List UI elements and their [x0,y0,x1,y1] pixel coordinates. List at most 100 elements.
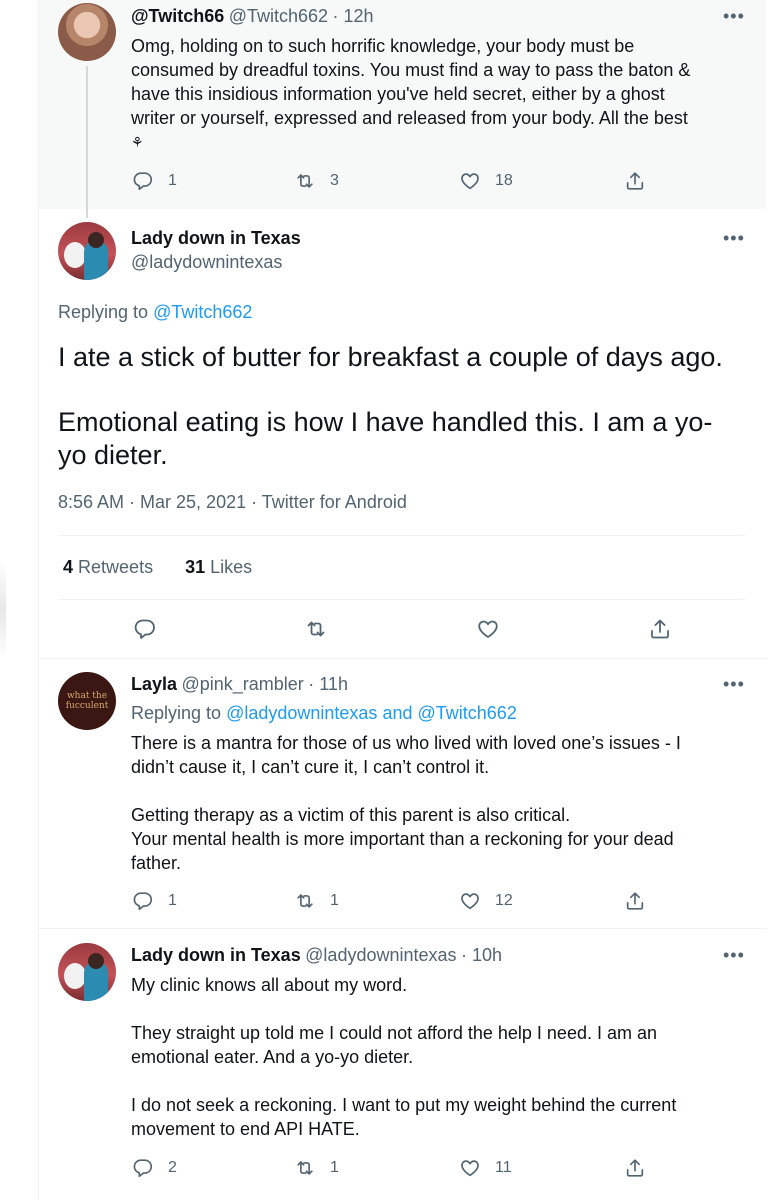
author-name[interactable]: Layla [131,674,177,694]
share-icon [648,617,672,641]
like-count: 11 [495,1159,512,1176]
replying-to-link[interactable]: @Twitch662 [418,703,517,723]
retweets-label: Retweets [78,557,154,577]
tweet-text-line: Emotional eating is how I have handled t… [58,407,713,437]
tweet-text-line: writer or yourself, expressed and releas… [131,108,688,128]
timeline-column: @Twitch66 @Twitch662 · 12h ••• Omg, hold… [38,0,767,1200]
author-handle[interactable]: @Twitch662 [229,6,328,26]
replying-to-link[interactable]: @Twitch662 [153,302,252,322]
author-handle[interactable]: @ladydownintexas [131,252,282,273]
like-icon [459,1157,481,1179]
tweet-text: My clinic knows all about my word. They … [131,973,761,1141]
reply-icon [133,617,157,641]
share-icon [624,170,646,192]
replying-to-label: Replying to [58,302,149,322]
reply-count: 1 [168,892,177,909]
tweet-text-line: emotional eater. And a yo-yo dieter. [131,1047,414,1067]
tweet-text-line: didn’t cause it, I can’t cure it, I can’… [131,757,490,777]
retweet-button[interactable]: 1 [294,890,339,912]
author-name[interactable]: @Twitch66 [131,6,224,26]
tweet-text-line: They straight up told me I could not aff… [131,1023,657,1043]
reply-icon [132,170,154,192]
tweet-text: Omg, holding on to such horrific knowled… [131,34,761,154]
tweet-text-line: father. [131,853,182,873]
thread-line [86,66,88,218]
retweet-count: 4 [63,557,74,577]
avatar-ladydownintexas[interactable] [58,943,116,1001]
more-icon[interactable]: ••• [723,945,745,966]
like-button[interactable] [476,617,500,646]
tweet-text: There is a mantra for those of us who li… [131,731,761,875]
avatar-twitch66[interactable] [58,3,116,61]
like-button[interactable]: 12 [459,890,513,912]
tweet-text-line: yo dieter. [58,440,168,470]
replying-to-and: and [382,703,413,723]
main-tweet-text: I ate a stick of butter for breakfast a … [58,341,723,472]
author-name[interactable]: Lady down in Texas [131,228,301,249]
tweet-text-line: I ate a stick of butter for breakfast a … [58,342,723,372]
retweet-icon [304,617,328,641]
likes-stat[interactable]: 31 Likes [185,557,252,577]
like-icon [476,617,500,641]
like-count: 18 [495,172,513,189]
retweet-count: 3 [330,172,339,189]
retweet-count: 1 [330,1159,339,1176]
avatar-logo-text: what the fucculent [65,691,109,711]
share-icon [624,890,646,912]
tweet-text-line: My clinic knows all about my word. [131,975,408,995]
reply-button[interactable] [133,617,157,646]
reply-icon [132,1157,154,1179]
retweet-button[interactable] [304,617,328,646]
tweet-time[interactable]: · 12h [332,6,373,26]
avatar-ladydownintexas[interactable] [58,222,116,280]
tweet-text-line: movement to end API HATE. [131,1119,360,1139]
avatar-layla[interactable]: what the fucculent [58,672,116,730]
author-handle[interactable]: @pink_rambler [181,674,303,694]
share-button[interactable] [624,1157,646,1179]
reply-button[interactable]: 1 [132,890,177,912]
avatar-detail [88,953,104,969]
divider [39,658,767,659]
share-button[interactable] [624,170,646,192]
more-icon[interactable]: ••• [723,6,745,27]
author-name[interactable]: Lady down in Texas [131,945,301,965]
retweet-icon [294,170,316,192]
retweet-icon [294,890,316,912]
tweet-time[interactable]: · 11h [308,674,348,694]
tweet-time[interactable]: · 10h [461,945,502,965]
share-button[interactable] [624,890,646,912]
tweet-text-line: Omg, holding on to such horrific knowled… [131,36,635,56]
likes-label: Likes [210,557,253,577]
retweet-icon [294,1157,316,1179]
retweets-stat[interactable]: 4 Retweets [63,557,153,577]
replying-to-label: Replying to [131,703,222,723]
like-icon [459,890,481,912]
share-button[interactable] [648,617,672,646]
retweet-count: 1 [330,892,339,909]
tweet-text-line: I do not seek a reckoning. I want to put… [131,1095,677,1115]
divider [58,535,746,536]
retweet-button[interactable]: 3 [294,170,339,192]
like-count: 12 [495,892,513,909]
author-handle[interactable]: @ladydownintexas [305,945,456,965]
like-count: 31 [185,557,206,577]
page-edge-shadow [0,560,6,660]
avatar-detail [64,242,86,268]
more-icon[interactable]: ••• [723,674,745,695]
like-icon [459,170,481,192]
like-button[interactable]: 11 [459,1157,512,1179]
reply-button[interactable]: 1 [132,170,177,192]
reply-count: 1 [168,172,177,189]
tweet-text-line: consumed by dreadful toxins. You must fi… [131,60,691,80]
like-button[interactable]: 18 [459,170,513,192]
tweet-timestamp[interactable]: 8:56 AM · Mar 25, 2021 · Twitter for And… [58,492,407,513]
more-icon[interactable]: ••• [723,228,745,249]
share-icon [624,1157,646,1179]
reply-button[interactable]: 2 [132,1157,177,1179]
reply-icon [132,890,154,912]
reply-count: 2 [168,1159,177,1176]
tweet-text-line: Your mental health is more important tha… [131,829,674,849]
retweet-button[interactable]: 1 [294,1157,339,1179]
replying-to-link[interactable]: @ladydownintexas [226,703,377,723]
tweet-text-line: have this insidious information you've h… [131,84,665,104]
